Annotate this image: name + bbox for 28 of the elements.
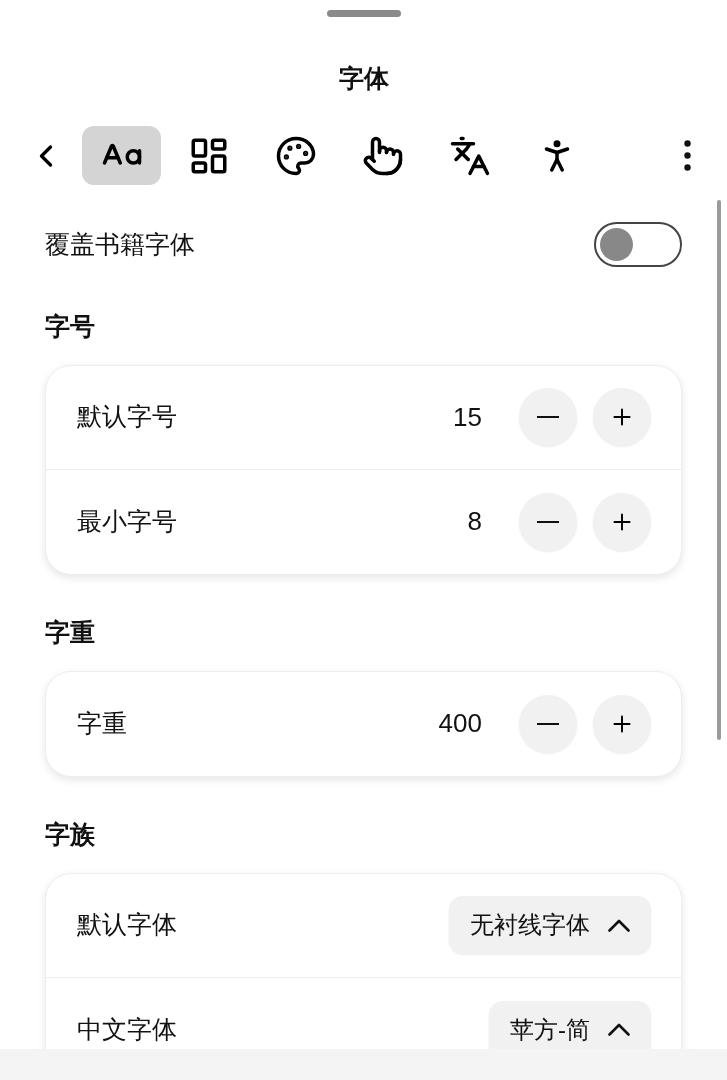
translate-icon <box>448 134 491 177</box>
section-heading: 字族 <box>45 818 95 850</box>
section-heading: 字号 <box>45 310 95 342</box>
setting-label: 最小字号 <box>77 505 178 537</box>
toggle-switch[interactable] <box>594 222 682 267</box>
setting-label: 默认字号 <box>77 401 178 433</box>
font-dropdown[interactable]: 苹方-简 <box>489 1000 651 1049</box>
more-icon <box>683 140 691 171</box>
minus-icon <box>537 416 559 418</box>
panel-title: 字体 <box>338 63 389 94</box>
chevron-up-icon <box>608 918 630 932</box>
setting-value: 8 <box>467 505 482 538</box>
setting-value: 15 <box>453 400 482 434</box>
scrollbar[interactable] <box>717 199 721 740</box>
palette-icon <box>274 134 317 177</box>
setting-value: 400 <box>438 707 482 740</box>
setting-label: 字重 <box>77 707 128 739</box>
minus-icon <box>537 520 559 523</box>
setting-label: 覆盖书籍字体 <box>45 228 195 260</box>
font-dropdown[interactable]: 无衬线字体 <box>449 896 651 954</box>
tab-text-size[interactable] <box>82 126 161 185</box>
section-heading: 字重 <box>45 616 95 648</box>
minus-icon <box>537 722 559 725</box>
setting-label: 中文字体 <box>77 1013 178 1045</box>
pointing-hand-icon <box>361 134 404 177</box>
drag-handle[interactable] <box>326 10 401 17</box>
chevron-up-icon <box>608 1023 630 1036</box>
setting-label: 默认字体 <box>77 909 178 941</box>
